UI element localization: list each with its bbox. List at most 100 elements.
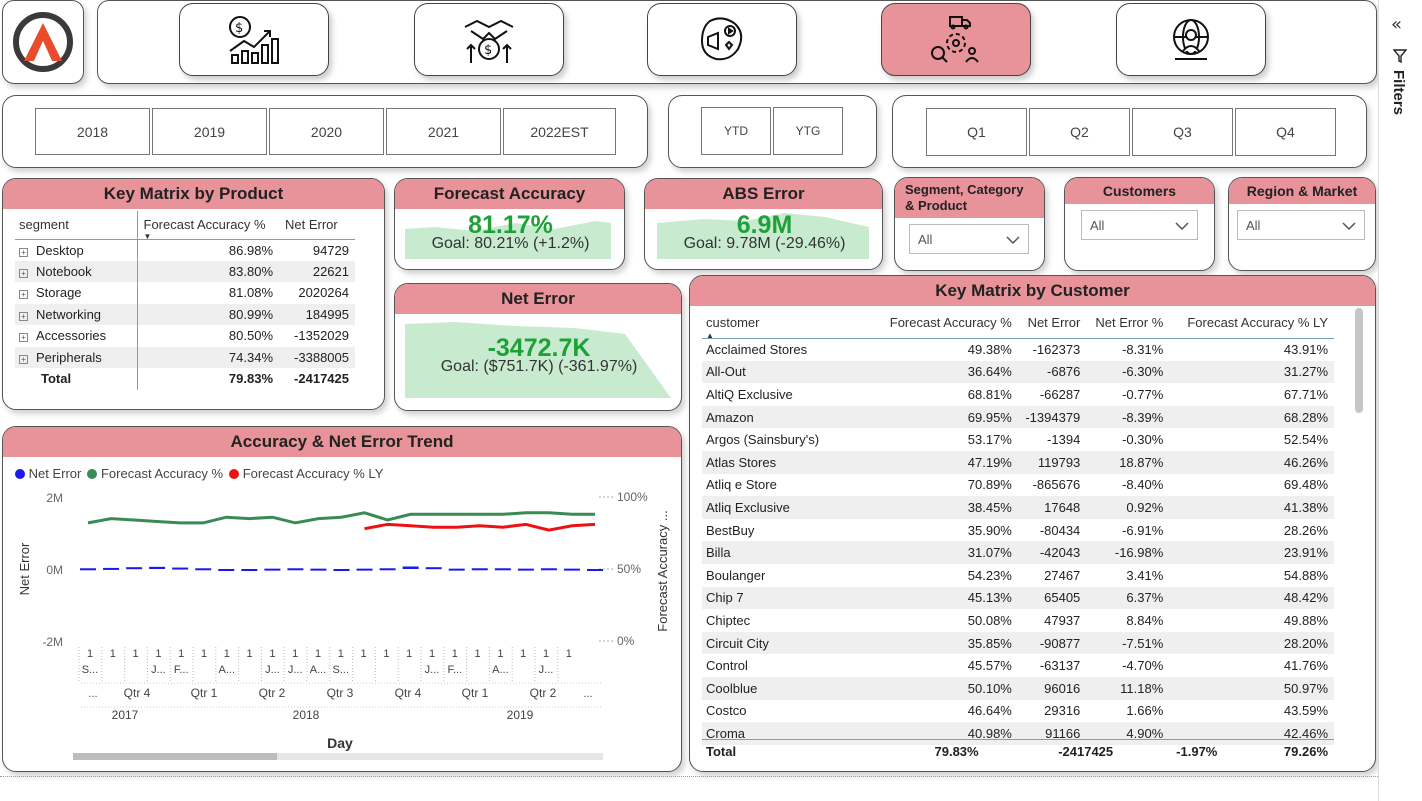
trend-scroll-thumb[interactable] [73,753,277,760]
customer-fa-ly: 49.88% [1283,612,1328,628]
nav-finance-button[interactable]: $ [179,3,329,76]
table-row[interactable]: Boulanger 54.23% 27467 3.41% 54.88% [702,564,1334,587]
x-day-label: 1 [452,648,458,660]
col-cust-fa[interactable]: Forecast Accuracy % [874,308,1018,338]
table-row[interactable]: Atliq Exclusive 38.45% 17648 0.92% 41.38% [702,496,1334,519]
quarter-q3-button[interactable]: Q3 [1132,108,1233,156]
year-2018-button[interactable]: 2018 [35,108,150,155]
logo-tile[interactable] [2,0,84,84]
customer-nep: -7.51% [1122,635,1164,651]
quarter-q1-button[interactable]: Q1 [926,108,1027,156]
table-row[interactable]: Circuit City 35.85% -90877 -7.51% 28.20% [702,631,1334,655]
filters-pane-collapsed: « Filters [1378,0,1422,801]
x-month-label: S... [82,664,99,676]
segment-ne: 184995 [305,306,349,322]
col-segment[interactable]: segment [15,211,137,239]
year-2021-button[interactable]: 2021 [386,108,501,155]
x-day-label: 1 [497,648,503,660]
col-cust-fa-ly[interactable]: Forecast Accuracy % LY [1169,308,1334,338]
ytd-button[interactable]: YTD [701,107,771,155]
table-row[interactable]: All-Out 36.64% -6876 -6.30% 31.27% [702,360,1334,384]
table-row[interactable]: Argos (Sainsbury's) 53.17% -1394 -0.30% 52.5… [702,428,1334,451]
table-row[interactable]: + Storage 81.08% 2020264 [15,282,355,304]
customer-fa: 31.07% [967,545,1012,561]
table-row[interactable]: Control 45.57% -63137 -4.70% 41.76% [702,654,1334,677]
expand-plus-icon[interactable]: + [19,311,28,321]
forecast-accuracy-kpi-card: Forecast Accuracy 81.17% Goal: 80.21% (+… [394,178,625,270]
ytg-button[interactable]: YTG [773,107,843,155]
customer-name: Acclaimed Stores [706,342,808,358]
x-day-label: 1 [247,648,253,660]
customer-fa-ly: 43.91% [1283,342,1328,358]
table-row[interactable]: Atliq e Store 70.89% -865676 -8.40% 69.48% [702,474,1334,497]
table-row[interactable]: + Peripherals 74.34% -3388005 [15,346,355,368]
forecast-accuracy-ly-line [364,522,596,532]
customer-fa: 53.17% [967,432,1012,448]
table-row[interactable]: Acclaimed Stores 49.38% -162373 -8.31% 43.91… [702,338,1334,361]
table-row[interactable]: Coolblue 50.10% 96016 11.18% 50.97% [702,676,1334,700]
expand-plus-icon[interactable]: + [19,333,28,343]
x-day-label: 1 [133,648,139,660]
nav-executive-button[interactable] [1116,3,1266,76]
customer-ne: 65405 [1044,590,1081,606]
customer-fa: 47.19% [967,454,1012,470]
col-cust-nep[interactable]: Net Error % [1086,308,1169,338]
expand-plus-icon[interactable]: + [19,290,28,300]
col-net-error[interactable]: Net Error [279,211,355,239]
customer-name: Atliq e Store [706,477,777,493]
year-2022est-button[interactable]: 2022EST [503,108,616,155]
table-row[interactable]: Chip 7 45.13% 65405 6.37% 48.42% [702,586,1334,610]
expand-plus-icon[interactable]: + [19,247,28,257]
table-row[interactable]: Amazon 69.95% -1394379 -8.39% 68.28% [702,405,1334,429]
col-customer[interactable]: customer ▲ [702,308,874,339]
x-day-label: 1 [292,648,298,660]
col-forecast-accuracy-label: Forecast Accuracy % [143,217,266,233]
x-quarter-label: Qtr 1 [462,686,489,700]
region-filter-dropdown[interactable]: All [1237,210,1365,240]
x-day-label: 1 [338,648,344,660]
customer-name: All-Out [706,364,746,380]
customer-nep: 18.87% [1119,454,1164,470]
table-row[interactable]: + Notebook 83.80% 22621 [15,260,355,282]
customer-nep: -16.98% [1114,545,1164,561]
net-error-bar [310,568,327,571]
expand-plus-icon[interactable]: + [19,268,28,278]
table-row[interactable]: + Accessories 80.50% -1352029 [15,325,355,347]
nav-marketing-button[interactable] [647,3,797,76]
segment-filter-dropdown[interactable]: All [909,224,1029,254]
customer-ne: -1394379 [1025,409,1081,425]
year-2019-button[interactable]: 2019 [152,108,267,155]
nav-sales-button[interactable]: $ [414,3,564,76]
table-row[interactable]: AltiQ Exclusive 68.81% -66287 -0.77% 67.71% [702,383,1334,406]
col-cust-ne[interactable]: Net Error [1018,308,1086,338]
table-row[interactable]: BestBuy 35.90% -80434 -6.91% 28.26% [702,519,1334,542]
atliq-logo-icon [13,12,73,72]
net-error-bar [587,569,603,571]
filters-pane-label[interactable]: Filters [1390,70,1407,115]
quarter-q2-button[interactable]: Q2 [1029,108,1130,156]
segment-name: Storage [36,285,82,301]
trend-chart-scrollbar[interactable] [73,753,603,760]
customer-table-scrollbar[interactable] [1355,308,1363,413]
customer-ne: -6876 [1047,364,1081,380]
expand-plus-icon[interactable]: + [19,354,28,364]
year-2020-button[interactable]: 2020 [269,108,384,155]
segment-filter-card: Segment, Category & Product All [894,177,1045,271]
table-row[interactable]: + Networking 80.99% 184995 [15,303,355,325]
nav-supply-chain-button[interactable] [881,3,1031,76]
customer-nep: 6.37% [1126,590,1164,606]
table-row[interactable]: Chiptec 50.08% 47937 8.84% 49.88% [702,609,1334,632]
table-row[interactable]: + Desktop 86.98% 94729 [15,239,355,261]
cust-total-fa-ly: 79.26% [1283,743,1328,759]
y-right-tick-label: 0% [617,634,635,648]
quarter-q4-button[interactable]: Q4 [1235,108,1336,156]
table-row[interactable]: Costco 46.64% 29316 1.66% 43.59% [702,700,1334,723]
global-executive-icon [1173,18,1209,60]
double-chevron-left-icon[interactable]: « [1391,14,1402,35]
table-row[interactable]: Billa 31.07% -42043 -16.98% 23.91% [702,541,1334,564]
y-left-axis-title: Net Error [17,542,32,595]
table-row[interactable]: Atlas Stores 47.19% 119793 18.87% 46.26% [702,450,1334,474]
col-forecast-accuracy[interactable]: Forecast Accuracy % ▼ [136,211,279,241]
customers-filter-dropdown[interactable]: All [1081,210,1198,240]
filter-funnel-icon[interactable] [1392,48,1408,67]
